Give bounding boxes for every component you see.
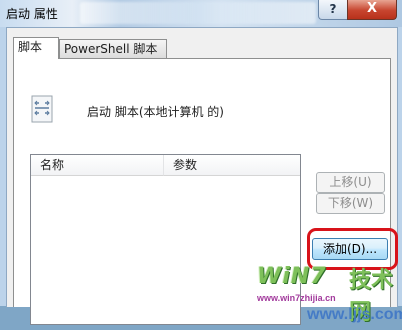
help-button[interactable]: ? [318, 0, 348, 20]
close-button[interactable]: X [347, 0, 397, 20]
column-header-name[interactable]: 名称 [31, 155, 164, 176]
move-down-button[interactable]: 下移(W) [316, 193, 385, 214]
window-title: 启动 属性 [6, 7, 58, 21]
title-bar: 启动 属性 ? X [0, 0, 402, 27]
watermark-url-small: www.win7zhijia.cn [257, 293, 336, 303]
add-button[interactable]: 添加(D)... [312, 238, 388, 260]
scripts-heading: 启动 脚本(本地计算机 的) [87, 105, 224, 119]
script-file-icon [31, 95, 53, 123]
tab-scripts[interactable]: 脚本 [13, 37, 59, 59]
window-frame: 启动 属性 ? X 脚本 PowerShell 脚本 启动 脚本(本地计算机 的… [0, 0, 402, 325]
watermark-logo: WiN7 [257, 264, 327, 289]
dialog-client-area: 脚本 PowerShell 脚本 启动 脚本(本地计算机 的) 名称 参数 上移… [6, 27, 402, 325]
background-taskbar-blur [80, 2, 316, 24]
watermark-url-large: www.ljjs.com [307, 306, 402, 323]
tab-panel: 启动 脚本(本地计算机 的) 名称 参数 上移(U) 下移(W) 添加(D)..… [13, 58, 402, 325]
move-up-button[interactable]: 上移(U) [316, 172, 385, 193]
watermark: WiN7 技术网 www.win7zhijia.cn www.ljjs.com [257, 262, 402, 330]
column-header-parameters[interactable]: 参数 [164, 155, 300, 176]
tab-powershell-scripts[interactable]: PowerShell 脚本 [59, 39, 167, 58]
